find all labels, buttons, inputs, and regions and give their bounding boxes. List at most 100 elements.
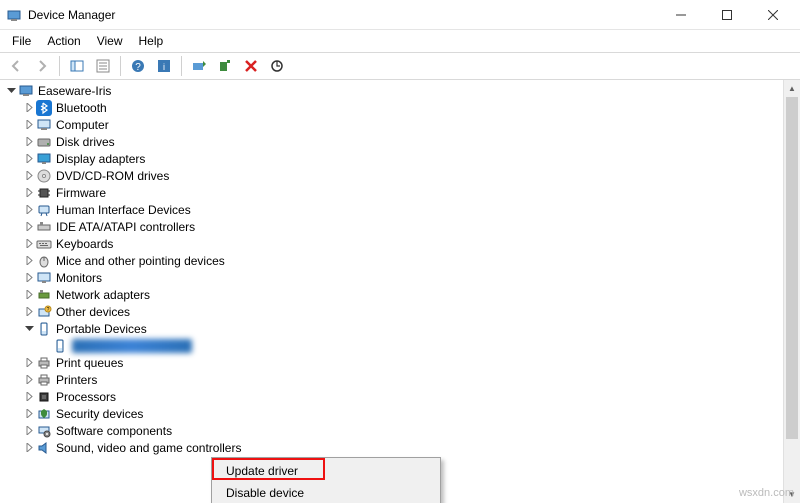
selected-device-label-blurred: [72, 339, 192, 353]
cpu-icon: [36, 389, 52, 405]
tree-root[interactable]: Easeware-Iris: [0, 82, 782, 99]
context-menu: Update driver Disable device Uninstall d…: [211, 457, 441, 503]
tree-node[interactable]: Software components: [0, 422, 782, 439]
expand-icon[interactable]: [22, 169, 36, 183]
context-update-driver[interactable]: Update driver: [214, 460, 438, 482]
tree-node[interactable]: Processors: [0, 388, 782, 405]
network-icon: [36, 287, 52, 303]
tree-node[interactable]: Computer: [0, 116, 782, 133]
tree-node-label: Other devices: [56, 305, 130, 319]
context-disable-device[interactable]: Disable device: [214, 482, 438, 503]
tree-node[interactable]: Security devices: [0, 405, 782, 422]
tree-node-label: Monitors: [56, 271, 102, 285]
disable-device-toolbar-button[interactable]: [239, 55, 263, 77]
expand-icon[interactable]: [22, 237, 36, 251]
expand-icon[interactable]: [22, 407, 36, 421]
watermark: wsxdn.com: [739, 487, 794, 499]
tree-node-label: Keyboards: [56, 237, 113, 251]
menu-file[interactable]: File: [4, 32, 39, 50]
tree-node-label: Bluetooth: [56, 101, 107, 115]
tree-node-label: Printers: [56, 373, 97, 387]
printer-icon: [36, 355, 52, 371]
mouse-icon: [36, 253, 52, 269]
properties-button[interactable]: [91, 55, 115, 77]
expand-icon[interactable]: [22, 305, 36, 319]
svg-text:i: i: [163, 62, 165, 72]
tree-node-label: Software components: [56, 424, 172, 438]
toolbar-separator: [181, 56, 182, 76]
tree-node[interactable]: Sound, video and game controllers: [0, 439, 782, 456]
hid-icon: [36, 202, 52, 218]
collapse-icon[interactable]: [4, 84, 18, 98]
tree-node[interactable]: Disk drives: [0, 133, 782, 150]
disk-icon: [36, 134, 52, 150]
maximize-button[interactable]: [704, 0, 750, 30]
tree-node[interactable]: Keyboards: [0, 235, 782, 252]
monitor-icon: [36, 270, 52, 286]
expand-icon[interactable]: [22, 441, 36, 455]
back-button: [4, 55, 28, 77]
ide-icon: [36, 219, 52, 235]
action-button[interactable]: i: [152, 55, 176, 77]
tree-node-label: Processors: [56, 390, 116, 404]
tree-node[interactable]: Network adapters: [0, 286, 782, 303]
tree-node[interactable]: Printers: [0, 371, 782, 388]
collapse-icon[interactable]: [22, 322, 36, 336]
expand-icon[interactable]: [22, 424, 36, 438]
tree-node[interactable]: DVD/CD-ROM drives: [0, 167, 782, 184]
forward-button: [30, 55, 54, 77]
minimize-button[interactable]: [658, 0, 704, 30]
expand-icon[interactable]: [22, 152, 36, 166]
update-driver-toolbar-button[interactable]: [187, 55, 211, 77]
tree-node-label: DVD/CD-ROM drives: [56, 169, 169, 183]
titlebar: Device Manager: [0, 0, 800, 30]
tree-node[interactable]: IDE ATA/ATAPI controllers: [0, 218, 782, 235]
menu-help[interactable]: Help: [131, 32, 172, 50]
printer-icon: [36, 372, 52, 388]
tree-node[interactable]: Firmware: [0, 184, 782, 201]
toolbar-separator: [59, 56, 60, 76]
close-button[interactable]: [750, 0, 796, 30]
show-hide-console-button[interactable]: [65, 55, 89, 77]
tree-node[interactable]: Human Interface Devices: [0, 201, 782, 218]
dvd-icon: [36, 168, 52, 184]
expand-icon[interactable]: [22, 356, 36, 370]
expand-icon[interactable]: [22, 186, 36, 200]
menu-action[interactable]: Action: [39, 32, 88, 50]
expand-icon[interactable]: [22, 254, 36, 268]
tree-node[interactable]: Portable Devices: [0, 320, 782, 337]
expand-icon[interactable]: [22, 135, 36, 149]
uninstall-device-toolbar-button[interactable]: [213, 55, 237, 77]
device-tree[interactable]: Easeware-Iris BluetoothComputerDisk driv…: [0, 80, 782, 503]
tree-node[interactable]: ?Other devices: [0, 303, 782, 320]
help-button[interactable]: ?: [126, 55, 150, 77]
tree-root-label: Easeware-Iris: [38, 84, 111, 98]
tree-node[interactable]: Monitors: [0, 269, 782, 286]
tree-node-label: Mice and other pointing devices: [56, 254, 225, 268]
expand-icon[interactable]: [22, 220, 36, 234]
tree-node[interactable]: Bluetooth: [0, 99, 782, 116]
expand-icon[interactable]: [22, 390, 36, 404]
security-icon: [36, 406, 52, 422]
scroll-track[interactable]: [784, 97, 800, 486]
tree-node[interactable]: Mice and other pointing devices: [0, 252, 782, 269]
content-area: Easeware-Iris BluetoothComputerDisk driv…: [0, 80, 800, 503]
expand-icon[interactable]: [22, 373, 36, 387]
computer-icon: [18, 83, 34, 99]
expand-icon[interactable]: [22, 101, 36, 115]
tree-node-label: Firmware: [56, 186, 106, 200]
tree-node[interactable]: Print queues: [0, 354, 782, 371]
vertical-scrollbar[interactable]: ▲ ▼: [783, 80, 800, 503]
portable-icon: [36, 321, 52, 337]
expand-icon[interactable]: [22, 203, 36, 217]
expand-icon[interactable]: [22, 118, 36, 132]
scan-hardware-toolbar-button[interactable]: [265, 55, 289, 77]
tree-node[interactable]: Display adapters: [0, 150, 782, 167]
portable-device-icon: [52, 338, 68, 354]
expand-icon[interactable]: [22, 288, 36, 302]
expand-icon[interactable]: [22, 271, 36, 285]
tree-node-selected-device[interactable]: [0, 337, 782, 354]
menu-view[interactable]: View: [89, 32, 131, 50]
scroll-thumb[interactable]: [786, 97, 798, 439]
scroll-up-button[interactable]: ▲: [784, 80, 800, 97]
